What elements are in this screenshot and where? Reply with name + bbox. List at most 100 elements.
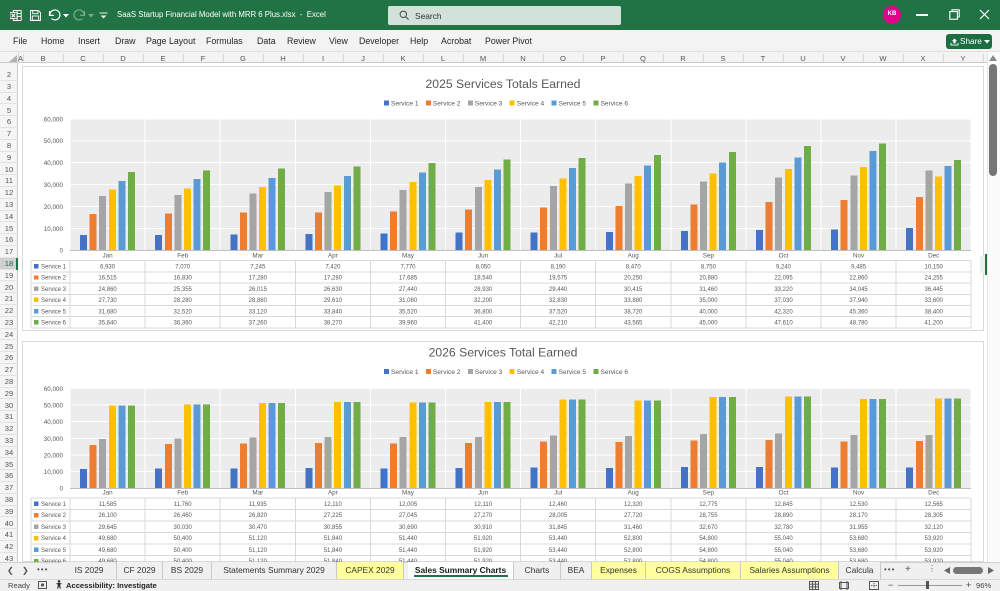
svg-text:Dec: Dec (928, 253, 939, 260)
svg-text:60,000: 60,000 (44, 386, 64, 393)
svg-text:30,470: 30,470 (249, 525, 268, 531)
svg-text:Service 1: Service 1 (391, 369, 419, 376)
svg-text:Service 1: Service 1 (41, 502, 67, 508)
svg-text:Service 5: Service 5 (559, 101, 587, 108)
svg-text:12,775: 12,775 (699, 502, 718, 508)
svg-text:Service 2: Service 2 (41, 276, 67, 282)
svg-text:32,830: 32,830 (549, 298, 568, 304)
svg-text:29,440: 29,440 (549, 287, 568, 293)
svg-text:34,045: 34,045 (849, 287, 868, 293)
svg-text:55,040: 55,040 (774, 548, 793, 554)
svg-text:12,565: 12,565 (925, 502, 944, 508)
svg-text:25,355: 25,355 (174, 287, 193, 293)
svg-text:Nov: Nov (853, 490, 865, 497)
svg-text:53,920: 53,920 (925, 548, 944, 554)
svg-text:30,690: 30,690 (399, 525, 418, 531)
svg-text:26,460: 26,460 (174, 513, 193, 519)
svg-text:Service 4: Service 4 (41, 536, 67, 542)
svg-text:37,520: 37,520 (549, 309, 568, 315)
svg-text:10,000: 10,000 (44, 226, 64, 233)
svg-text:27,045: 27,045 (399, 513, 418, 519)
svg-text:55,040: 55,040 (774, 536, 793, 542)
svg-text:26,630: 26,630 (324, 287, 343, 293)
svg-text:43,565: 43,565 (624, 321, 643, 327)
svg-text:33,120: 33,120 (249, 309, 268, 315)
svg-text:8,050: 8,050 (476, 265, 492, 271)
svg-text:26,820: 26,820 (249, 513, 268, 519)
svg-text:54,800: 54,800 (699, 536, 718, 542)
svg-text:51,920: 51,920 (474, 536, 493, 542)
svg-text:53,680: 53,680 (849, 548, 868, 554)
svg-text:Service 1: Service 1 (41, 265, 67, 271)
svg-text:20,000: 20,000 (44, 204, 64, 211)
svg-text:17,685: 17,685 (399, 276, 418, 282)
svg-text:17,280: 17,280 (249, 276, 268, 282)
svg-text:51,840: 51,840 (324, 548, 343, 554)
svg-text:Service 2: Service 2 (433, 369, 461, 376)
svg-text:26,100: 26,100 (98, 513, 117, 519)
svg-text:27,730: 27,730 (98, 298, 117, 304)
svg-text:Jan: Jan (103, 253, 114, 260)
svg-text:9,240: 9,240 (776, 265, 792, 271)
svg-text:0: 0 (59, 248, 63, 255)
svg-text:53,680: 53,680 (849, 536, 868, 542)
svg-text:Sep: Sep (703, 490, 715, 497)
svg-text:32,780: 32,780 (774, 525, 793, 531)
svg-text:33,880: 33,880 (624, 298, 643, 304)
svg-text:31,680: 31,680 (98, 309, 117, 315)
svg-text:29,645: 29,645 (98, 525, 117, 531)
svg-text:24,255: 24,255 (925, 276, 944, 282)
svg-text:40,000: 40,000 (44, 419, 64, 426)
svg-text:50,000: 50,000 (44, 403, 64, 410)
svg-text:49,680: 49,680 (98, 536, 117, 542)
svg-text:11,760: 11,760 (174, 502, 193, 508)
svg-text:8,190: 8,190 (551, 265, 567, 271)
svg-text:30,000: 30,000 (44, 436, 64, 443)
svg-text:Service 1: Service 1 (391, 101, 419, 108)
svg-text:48,780: 48,780 (849, 321, 868, 327)
svg-text:35,640: 35,640 (98, 321, 117, 327)
svg-text:28,930: 28,930 (474, 287, 493, 293)
svg-text:30,030: 30,030 (174, 525, 193, 531)
svg-text:Oct: Oct (779, 490, 789, 497)
svg-text:17,280: 17,280 (324, 276, 343, 282)
svg-text:31,955: 31,955 (849, 525, 868, 531)
svg-text:Feb: Feb (177, 490, 188, 497)
svg-text:Jul: Jul (554, 253, 562, 260)
svg-text:38,400: 38,400 (925, 309, 944, 315)
svg-text:11,935: 11,935 (249, 502, 268, 508)
svg-text:May: May (402, 490, 415, 497)
svg-text:51,920: 51,920 (474, 548, 493, 554)
svg-text:39,960: 39,960 (399, 321, 418, 327)
svg-text:Service 3: Service 3 (475, 369, 503, 376)
svg-text:Service 2: Service 2 (433, 101, 461, 108)
svg-text:Service 6: Service 6 (601, 369, 629, 376)
svg-text:28,880: 28,880 (249, 298, 268, 304)
svg-text:51,120: 51,120 (249, 548, 268, 554)
svg-text:37,940: 37,940 (849, 298, 868, 304)
svg-text:51,440: 51,440 (399, 536, 418, 542)
svg-text:33,600: 33,600 (925, 298, 944, 304)
svg-text:Service 3: Service 3 (475, 101, 503, 108)
svg-text:53,920: 53,920 (925, 536, 944, 542)
svg-text:Mar: Mar (252, 253, 263, 260)
svg-text:Aug: Aug (628, 490, 640, 497)
svg-text:28,170: 28,170 (849, 513, 868, 519)
svg-text:Oct: Oct (779, 253, 789, 260)
svg-text:28,005: 28,005 (549, 513, 568, 519)
svg-text:45,000: 45,000 (699, 321, 718, 327)
svg-text:50,400: 50,400 (174, 548, 193, 554)
svg-text:22,860: 22,860 (849, 276, 868, 282)
svg-text:30,855: 30,855 (324, 525, 343, 531)
svg-text:12,005: 12,005 (399, 502, 418, 508)
svg-text:45,360: 45,360 (849, 309, 868, 315)
svg-text:52,800: 52,800 (624, 548, 643, 554)
svg-text:7,070: 7,070 (175, 265, 191, 271)
svg-text:12,110: 12,110 (324, 502, 343, 508)
svg-text:9,485: 9,485 (851, 265, 867, 271)
svg-text:6,930: 6,930 (100, 265, 116, 271)
svg-text:51,440: 51,440 (399, 548, 418, 554)
svg-text:52,800: 52,800 (624, 536, 643, 542)
svg-text:32,670: 32,670 (699, 525, 718, 531)
svg-text:Jul: Jul (554, 490, 562, 497)
